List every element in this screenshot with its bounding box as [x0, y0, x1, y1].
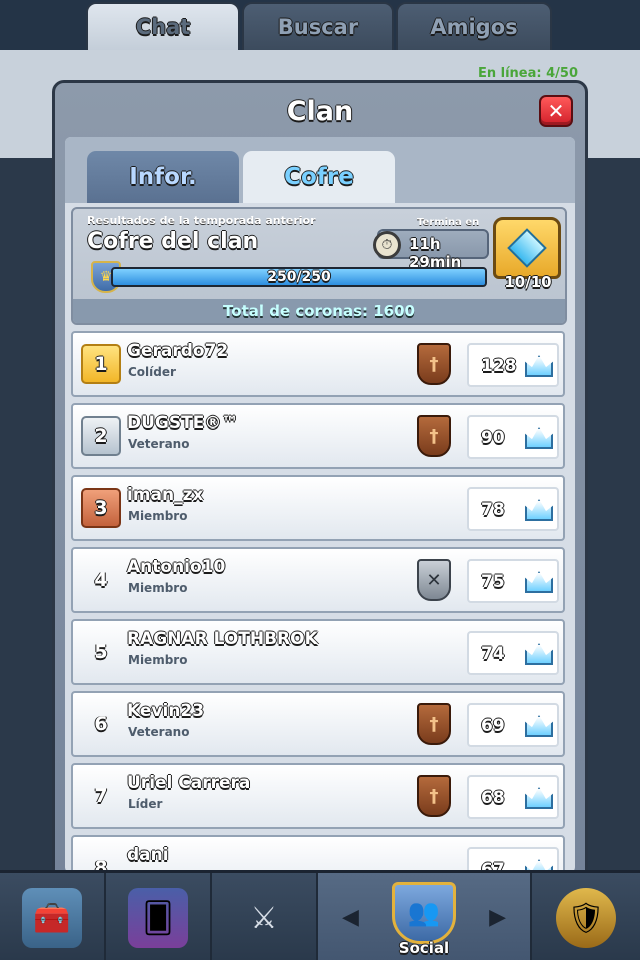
arrow-left-icon[interactable]: ◀ — [342, 905, 359, 930]
cards-icon: 🂠 — [128, 888, 188, 948]
sword-badge-icon: † — [417, 775, 451, 817]
crown-icon — [525, 571, 553, 593]
member-rank: 5 — [94, 641, 108, 663]
member-row[interactable]: 7 Uriel Carrera Líder † 68 — [71, 763, 565, 829]
member-name: dani — [127, 845, 169, 865]
member-name: Uriel Carrera — [127, 773, 251, 793]
member-crowns: 68 — [481, 788, 505, 808]
timer-value: 11h 29min — [409, 235, 462, 271]
timer-box: ⏱ 11h 29min — [373, 229, 489, 271]
member-crowns: 78 — [481, 500, 505, 520]
member-role: Líder — [128, 797, 163, 811]
member-crowns: 128 — [481, 356, 517, 376]
member-rank: 4 — [94, 569, 108, 591]
nav-shop[interactable]: 🧰 — [0, 873, 106, 960]
social-icon: 👥 — [392, 882, 456, 944]
member-row[interactable]: 4 Antonio10 Miembro ✕ 75 — [71, 547, 565, 613]
crown-icon — [525, 427, 553, 449]
tab-chat[interactable]: Chat — [86, 2, 240, 52]
tab-buscar[interactable]: Buscar — [242, 2, 394, 52]
crowns-box: 74 — [467, 631, 559, 675]
crowns-box: 68 — [467, 775, 559, 819]
nav-social[interactable]: ◀ 👥 ▶ Social — [318, 873, 532, 960]
member-name: RAGNAR LOTHBROK — [127, 629, 318, 649]
member-rank: 1 — [81, 344, 121, 384]
sword-badge-icon: † — [417, 703, 451, 745]
member-role: Veterano — [128, 725, 190, 739]
crown-icon — [525, 643, 553, 665]
nav-battle[interactable]: ⚔ — [212, 873, 318, 960]
member-row[interactable]: 5 RAGNAR LOTHBROK Miembro 74 — [71, 619, 565, 685]
chest-title: Cofre del clan — [87, 229, 259, 254]
member-row[interactable]: 2 DUGSTE®™ Veterano † 90 — [71, 403, 565, 469]
social-label: Social — [398, 939, 450, 957]
crowns-box: 75 — [467, 559, 559, 603]
clan-chest-panel: Resultados de la temporada anterior Cofr… — [71, 207, 567, 325]
member-rank: 3 — [81, 488, 121, 528]
member-role: Miembro — [128, 581, 188, 595]
crowns-box: 128 — [467, 343, 559, 387]
clan-tabs: Infor. Cofre — [65, 137, 575, 203]
member-list[interactable]: 1 Gerardo72 Colíder † 128 2 DUGSTE®™ Veterano… — [71, 331, 567, 873]
arrow-right-icon[interactable]: ▶ — [489, 905, 506, 930]
member-crowns: 69 — [481, 716, 505, 736]
chest-count: 10/10 — [504, 273, 552, 291]
member-row[interactable]: 8daniMiembro 67 — [71, 835, 565, 873]
member-row[interactable]: 1 Gerardo72 Colíder † 128 — [71, 331, 565, 397]
online-count: En línea: 4/50 — [477, 66, 578, 81]
member-name: iman_zx — [127, 485, 204, 505]
chest-gem-icon — [507, 228, 547, 268]
battle-swords-icon: ⚔ — [250, 900, 278, 936]
crossed-swords-badge-icon: ✕ — [417, 559, 451, 601]
member-crowns: 75 — [481, 572, 505, 592]
member-name: DUGSTE®™ — [127, 413, 239, 433]
tab-cofre[interactable]: Cofre — [243, 151, 395, 203]
member-row[interactable]: 3 iman_zx Miembro 78 — [71, 475, 565, 541]
member-rank: 6 — [94, 713, 108, 735]
crowns-box: 69 — [467, 703, 559, 747]
member-crowns: 74 — [481, 644, 505, 664]
member-rank: 7 — [94, 785, 108, 807]
crown-icon — [525, 355, 553, 377]
member-role: Colíder — [128, 365, 176, 379]
crown-icon — [525, 715, 553, 737]
modal-title: Clan — [286, 95, 354, 127]
crowns-box: 78 — [467, 487, 559, 531]
bottom-nav: 🧰 🂠 ⚔ ◀ 👥 ▶ Social 🛡 — [0, 870, 640, 960]
member-role: Miembro — [128, 653, 188, 667]
total-crowns: Total de coronas: 1600 — [73, 299, 565, 323]
nav-tournament[interactable]: 🛡 — [532, 873, 640, 960]
nav-cards[interactable]: 🂠 — [106, 873, 212, 960]
modal-body: Infor. Cofre Resultados de la temporada … — [65, 137, 575, 873]
member-name: Gerardo72 — [127, 341, 229, 361]
tournament-shield-icon: 🛡 — [556, 888, 616, 948]
member-name: Antonio10 — [127, 557, 226, 577]
sword-badge-icon: † — [417, 415, 451, 457]
member-name: Kevin23 — [127, 701, 205, 721]
close-icon: ✕ — [547, 99, 565, 123]
member-role: Veterano — [128, 437, 190, 451]
clan-modal: Clan ✕ Infor. Cofre Resultados de la tem… — [52, 80, 588, 884]
member-crowns: 90 — [481, 428, 505, 448]
member-rank: 2 — [81, 416, 121, 456]
social-tabs: Chat Buscar Amigos — [0, 0, 640, 52]
crowns-box: 90 — [467, 415, 559, 459]
tab-infor[interactable]: Infor. — [87, 151, 239, 203]
progress-text: 250/250 — [267, 269, 331, 285]
crown-icon — [525, 787, 553, 809]
clan-chest-icon[interactable] — [493, 217, 561, 279]
clock-icon: ⏱ — [373, 231, 401, 259]
chest-progress-bar: 250/250 — [111, 267, 487, 287]
season-label: Resultados de la temporada anterior — [87, 214, 316, 227]
timer-label: Termina en — [417, 217, 480, 228]
shop-chest-icon: 🧰 — [22, 888, 82, 948]
crown-icon — [525, 499, 553, 521]
tab-amigos[interactable]: Amigos — [396, 2, 552, 52]
member-role: Miembro — [128, 509, 188, 523]
sword-badge-icon: † — [417, 343, 451, 385]
close-button[interactable]: ✕ — [539, 95, 573, 127]
member-row[interactable]: 6 Kevin23 Veterano † 69 — [71, 691, 565, 757]
